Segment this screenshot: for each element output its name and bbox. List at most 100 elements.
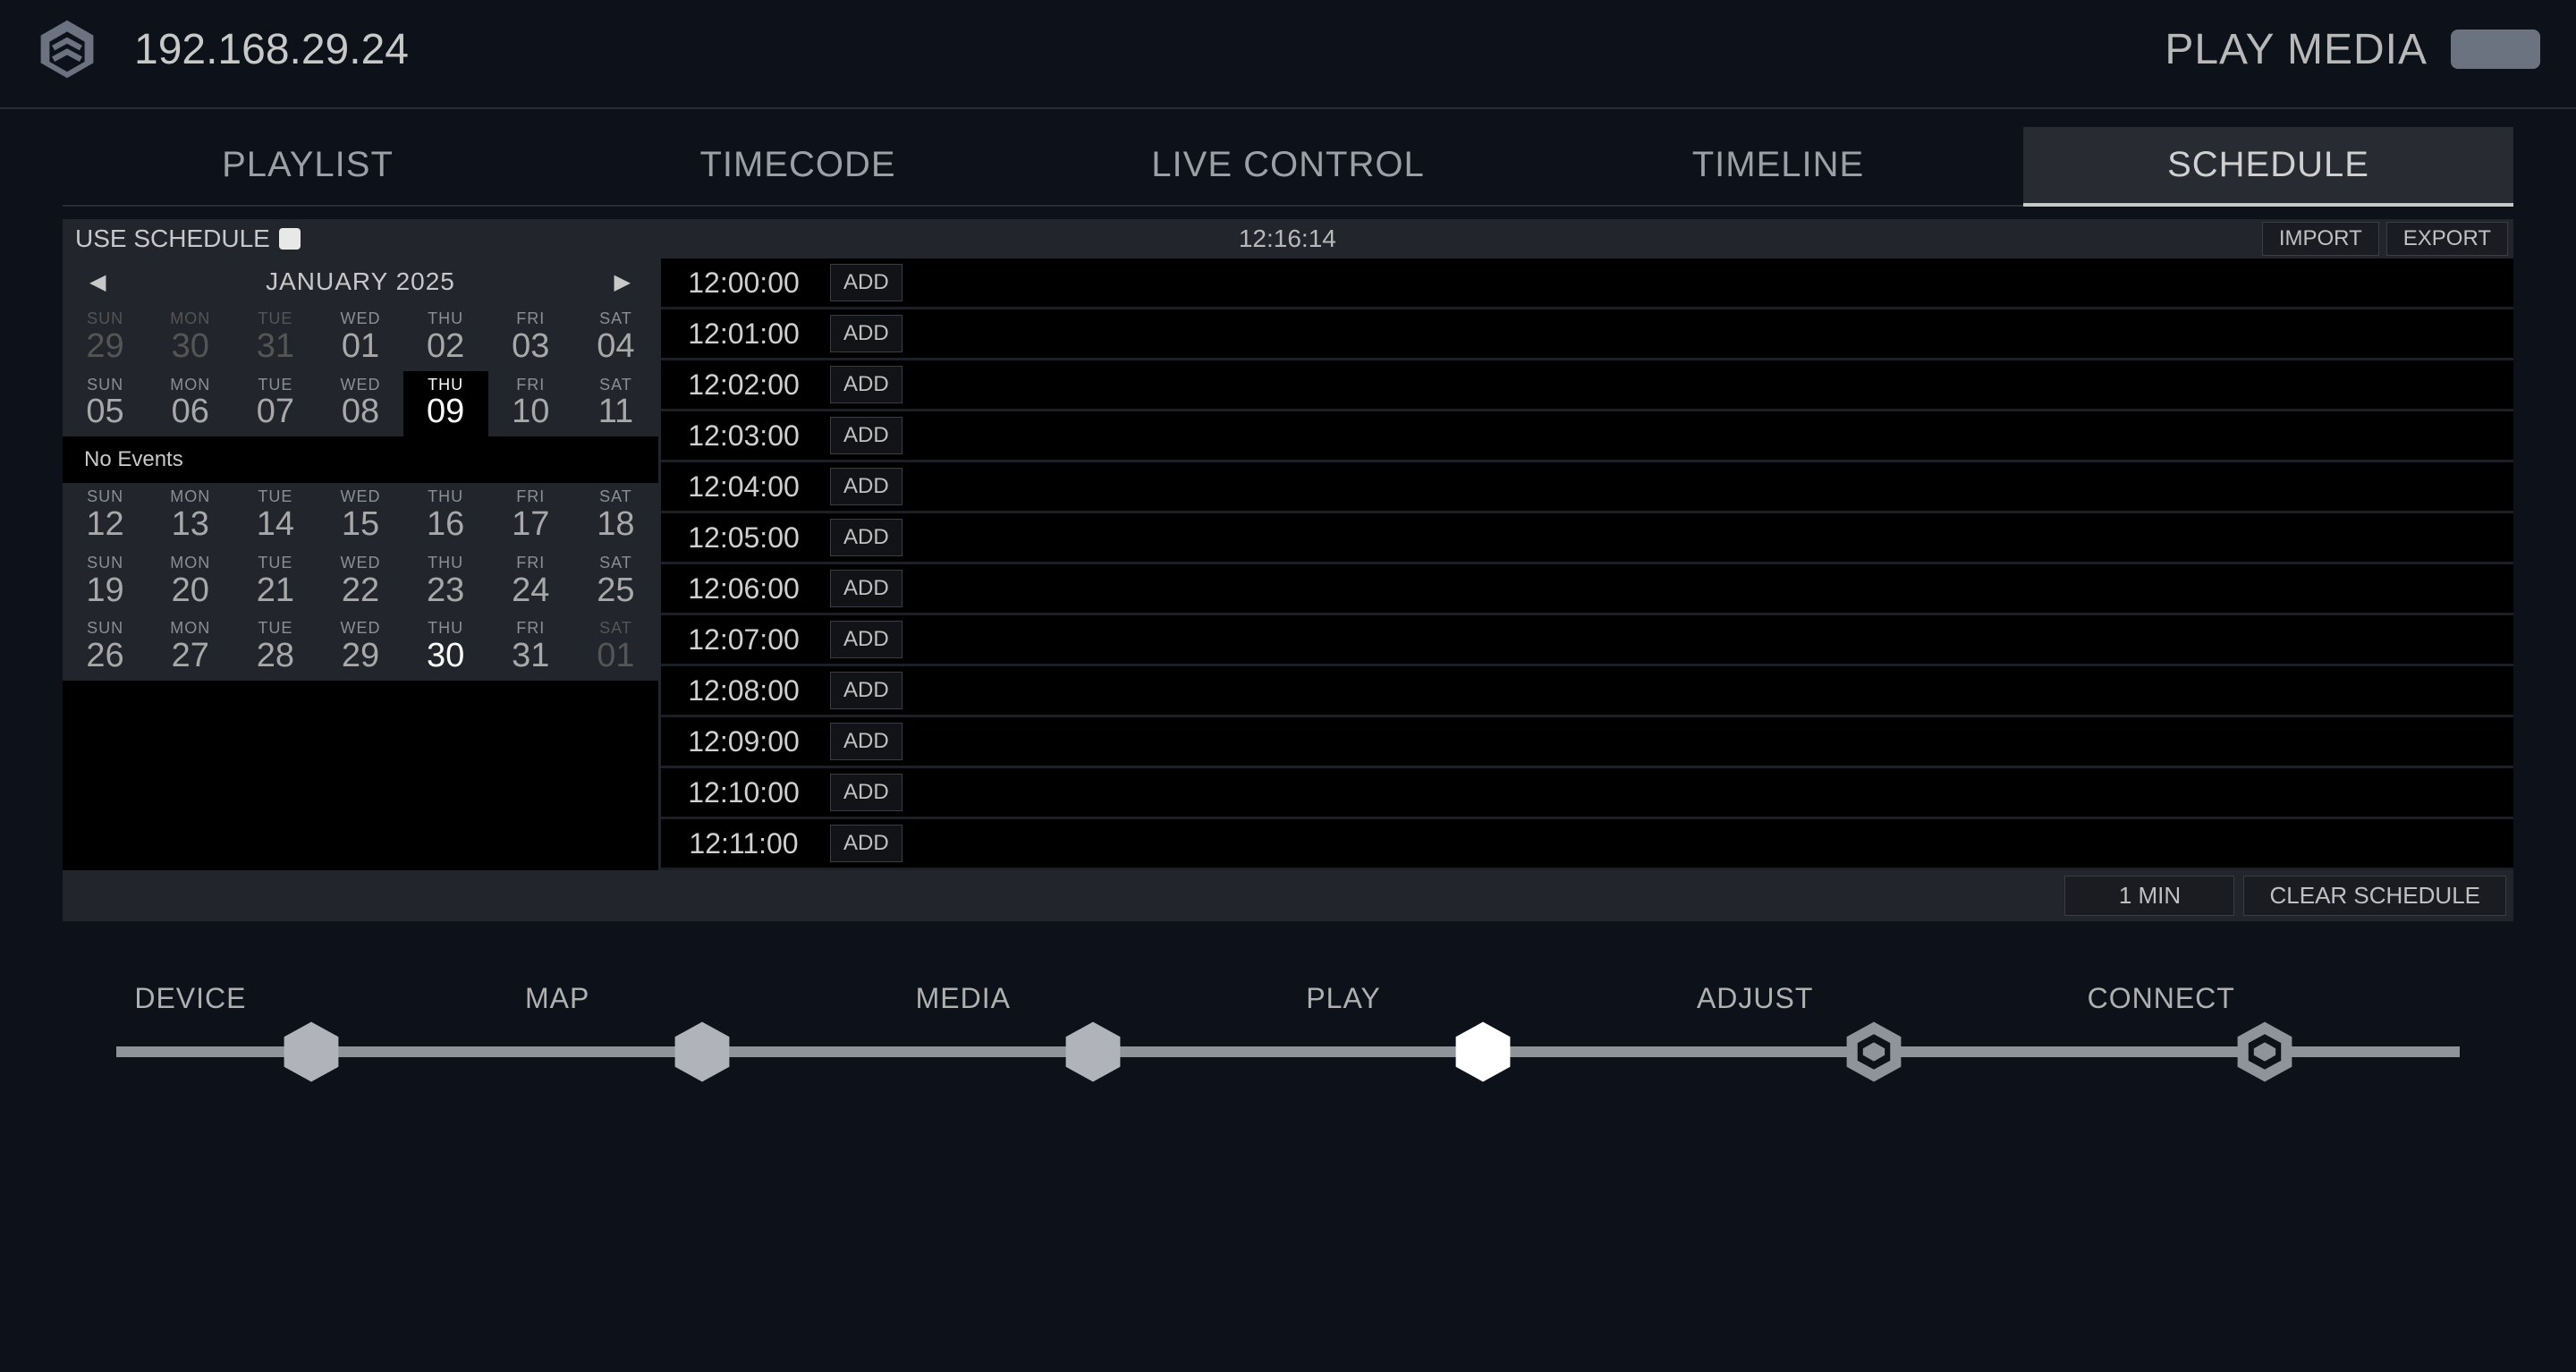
tab-schedule[interactable]: SCHEDULE [2023, 127, 2513, 207]
time-slot-row: 12:05:00ADD [661, 513, 2513, 564]
add-event-button[interactable]: ADD [830, 723, 902, 760]
step-adjust[interactable]: ADJUST [1840, 984, 1908, 1086]
calendar-day[interactable]: TUE31 [233, 305, 318, 371]
clear-schedule-button[interactable]: CLEAR SCHEDULE [2243, 876, 2506, 916]
calendar-day[interactable]: WED22 [318, 549, 402, 615]
calendar-daynum: 01 [573, 638, 658, 675]
step-media[interactable]: MEDIA [1059, 984, 1127, 1086]
calendar-daynum: 05 [63, 394, 148, 431]
calendar-day[interactable]: SUN05 [63, 371, 148, 437]
add-event-button[interactable]: ADD [830, 570, 902, 607]
calendar-daynum: 09 [403, 394, 488, 431]
calendar-day[interactable]: TUE14 [233, 483, 318, 549]
calendar-dow: SUN [63, 488, 148, 506]
time-slot-row: 12:09:00ADD [661, 717, 2513, 768]
process-stepper: DEVICE MAP MEDIA PLAY ADJUST CONNECT [116, 984, 2460, 1118]
step-label: PLAY [1306, 982, 1380, 1015]
calendar-daynum: 29 [63, 328, 148, 366]
calendar-day[interactable]: SUN29 [63, 305, 148, 371]
step-label: DEVICE [134, 982, 246, 1015]
add-event-button[interactable]: ADD [830, 621, 902, 658]
calendar-dow: WED [318, 488, 402, 506]
calendar-dow: FRI [488, 488, 573, 506]
calendar-dow: MON [148, 555, 233, 572]
calendar-day[interactable]: SUN12 [63, 483, 148, 549]
step-label: CONNECT [2088, 982, 2235, 1015]
calendar-day[interactable]: SAT01 [573, 614, 658, 681]
import-button[interactable]: IMPORT [2262, 222, 2379, 256]
calendar-day[interactable]: WED15 [318, 483, 402, 549]
calendar-day[interactable]: TUE21 [233, 549, 318, 615]
add-event-button[interactable]: ADD [830, 774, 902, 811]
calendar-dow: THU [403, 555, 488, 572]
calendar-day[interactable]: MON13 [148, 483, 233, 549]
calendar-day[interactable]: WED29 [318, 614, 402, 681]
calendar-daynum: 16 [403, 506, 488, 544]
step-device[interactable]: DEVICE [277, 984, 345, 1086]
calendar-day[interactable]: SUN26 [63, 614, 148, 681]
calendar-day[interactable]: TUE07 [233, 371, 318, 437]
calendar-day[interactable]: THU23 [403, 549, 488, 615]
calendar-day[interactable]: WED01 [318, 305, 402, 371]
calendar-day[interactable]: THU16 [403, 483, 488, 549]
calendar-day[interactable]: MON06 [148, 371, 233, 437]
add-event-button[interactable]: ADD [830, 417, 902, 454]
calendar-daynum: 07 [233, 394, 318, 431]
calendar-day[interactable]: FRI31 [488, 614, 573, 681]
calendar-day[interactable]: WED08 [318, 371, 402, 437]
calendar-dow: SAT [573, 555, 658, 572]
calendar-day[interactable]: FRI24 [488, 549, 573, 615]
tab-live-control[interactable]: LIVE CONTROL [1043, 127, 1533, 207]
calendar-day[interactable]: SAT11 [573, 371, 658, 437]
checkbox-icon[interactable] [279, 228, 301, 250]
step-play[interactable]: PLAY [1449, 984, 1517, 1086]
ip-address: 192.168.29.24 [134, 25, 409, 74]
calendar-dow: MON [148, 310, 233, 328]
calendar-dow: MON [148, 377, 233, 394]
time-slot-row: 12:03:00ADD [661, 411, 2513, 462]
hexagon-icon [1449, 1018, 1517, 1086]
step-map[interactable]: MAP [668, 984, 736, 1086]
use-schedule-toggle[interactable]: USE SCHEDULE [63, 224, 313, 253]
add-event-button[interactable]: ADD [830, 519, 902, 556]
calendar-day[interactable]: THU09 [403, 371, 488, 437]
calendar-dow: WED [318, 620, 402, 638]
calendar-dow: SUN [63, 620, 148, 638]
time-slot-row: 12:08:00ADD [661, 666, 2513, 717]
tab-timeline[interactable]: TIMELINE [1533, 127, 2023, 207]
time-slot-label: 12:07:00 [670, 623, 818, 656]
tab-timecode[interactable]: TIMECODE [553, 127, 1043, 207]
calendar-day[interactable]: SAT25 [573, 549, 658, 615]
calendar-day[interactable]: SAT04 [573, 305, 658, 371]
step-label: MEDIA [916, 982, 1011, 1015]
calendar-day[interactable]: MON30 [148, 305, 233, 371]
add-event-button[interactable]: ADD [830, 315, 902, 352]
calendar-day[interactable]: THU30 [403, 614, 488, 681]
calendar-day[interactable]: TUE28 [233, 614, 318, 681]
calendar-day[interactable]: FRI17 [488, 483, 573, 549]
interval-select[interactable]: 1 MIN [2064, 876, 2234, 916]
step-connect[interactable]: CONNECT [2231, 984, 2299, 1086]
calendar-day[interactable]: FRI10 [488, 371, 573, 437]
export-button[interactable]: EXPORT [2386, 222, 2508, 256]
calendar-day[interactable]: SAT18 [573, 483, 658, 549]
tab-playlist[interactable]: PLAYLIST [63, 127, 553, 207]
calendar-daynum: 13 [148, 506, 233, 544]
calendar-day[interactable]: THU02 [403, 305, 488, 371]
calendar-prev-icon[interactable]: ◀ [89, 269, 106, 295]
calendar-daynum: 26 [63, 638, 148, 675]
add-event-button[interactable]: ADD [830, 468, 902, 505]
time-slot-row: 12:04:00ADD [661, 462, 2513, 513]
add-event-button[interactable]: ADD [830, 672, 902, 709]
calendar-next-icon[interactable]: ▶ [614, 269, 631, 295]
calendar-daynum: 31 [233, 328, 318, 366]
add-event-button[interactable]: ADD [830, 825, 902, 862]
calendar-day[interactable]: SUN19 [63, 549, 148, 615]
time-slot-list: 12:00:00ADD12:01:00ADD12:02:00ADD12:03:0… [658, 258, 2513, 870]
calendar-day[interactable]: FRI03 [488, 305, 573, 371]
add-event-button[interactable]: ADD [830, 366, 902, 403]
calendar-dow: FRI [488, 555, 573, 572]
calendar-day[interactable]: MON27 [148, 614, 233, 681]
add-event-button[interactable]: ADD [830, 264, 902, 301]
calendar-day[interactable]: MON20 [148, 549, 233, 615]
